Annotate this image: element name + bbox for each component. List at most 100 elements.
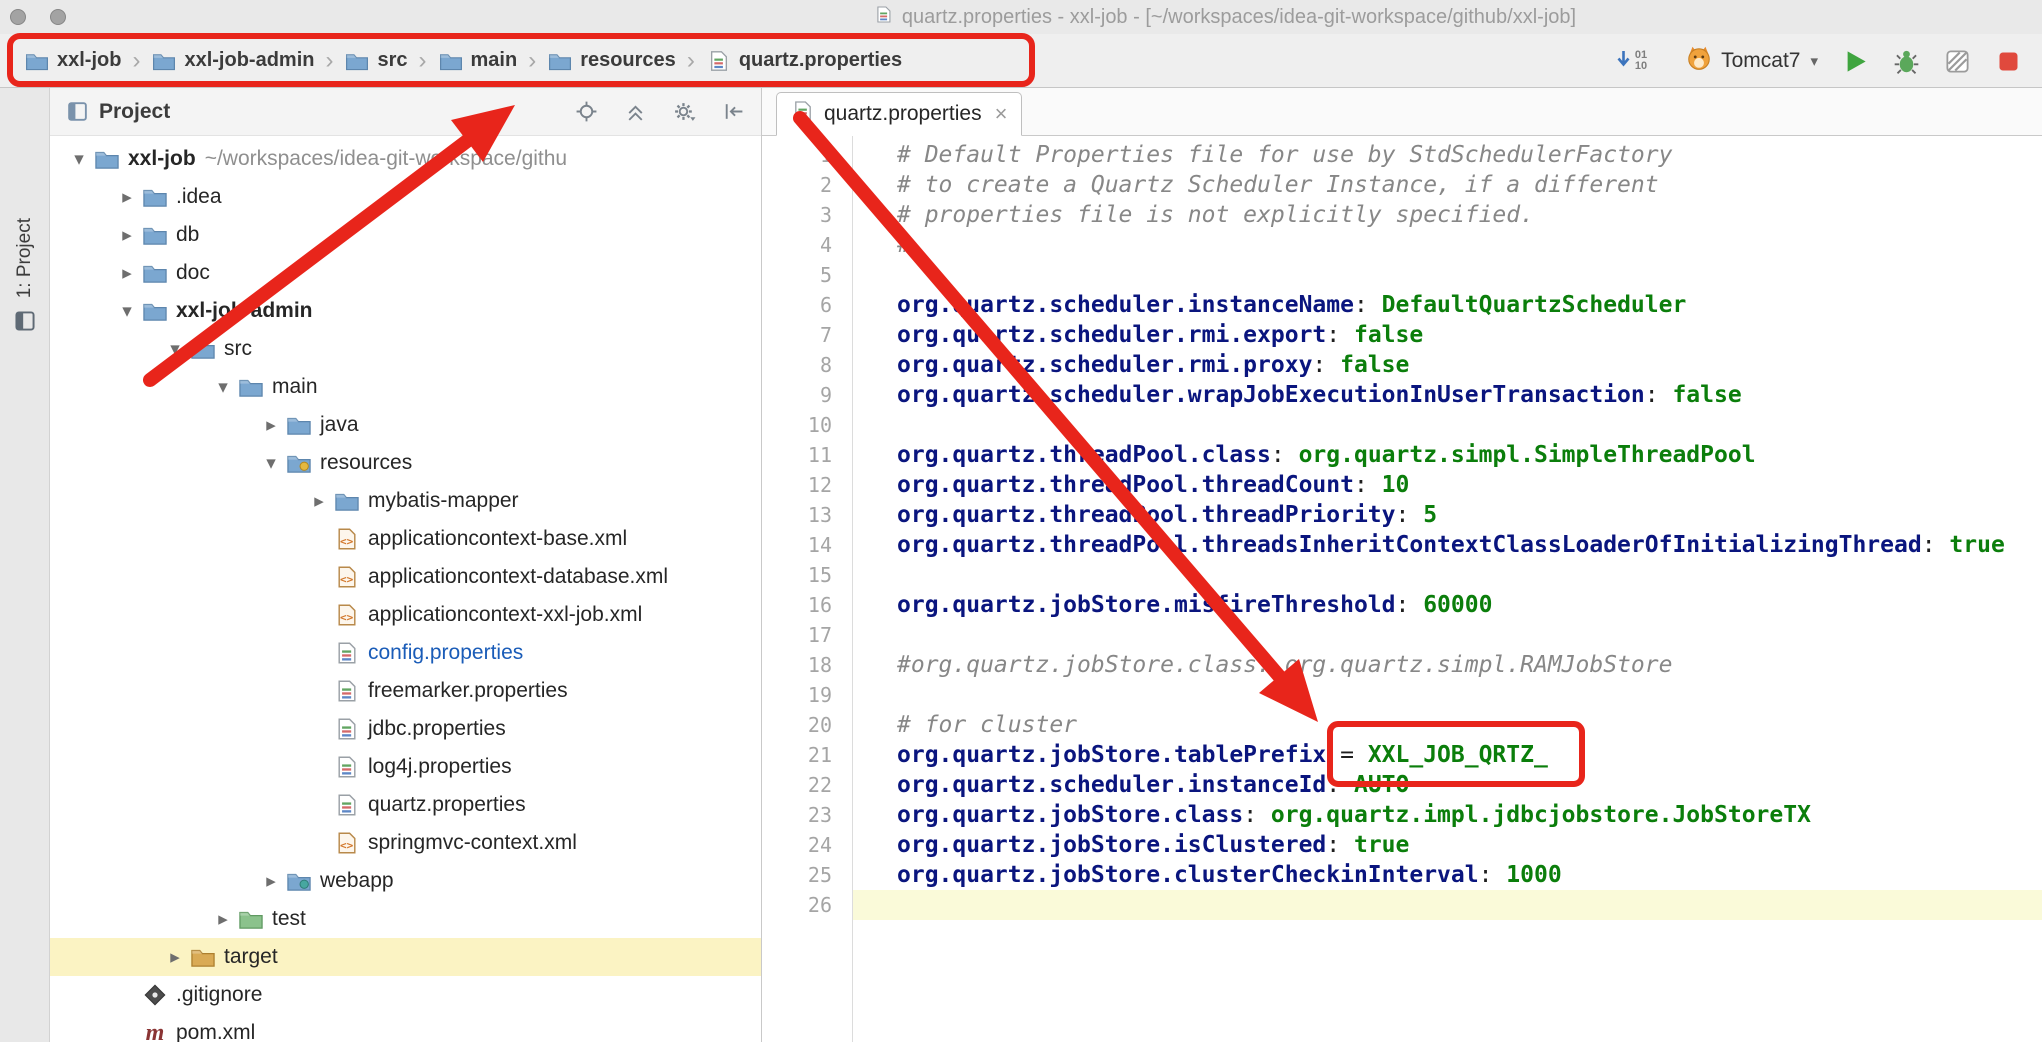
tree-item-log4j.properties[interactable]: log4j.properties <box>50 748 761 786</box>
line-number-6[interactable]: 6 <box>762 290 852 320</box>
line-number-4[interactable]: 4 <box>762 230 852 260</box>
locate-icon[interactable] <box>575 100 598 123</box>
stop-button[interactable] <box>1995 48 2022 75</box>
tab-close-icon[interactable]: × <box>995 103 1008 125</box>
expanded-arrow-icon[interactable]: ▾ <box>160 338 190 361</box>
settings-icon[interactable] <box>673 100 696 123</box>
line-number-26[interactable]: 26 <box>762 890 852 920</box>
line-number-10[interactable]: 10 <box>762 410 852 440</box>
tree-item-mybatis-mapper[interactable]: ▸mybatis-mapper <box>50 482 761 520</box>
chevron-down-icon: ▾ <box>1810 52 1818 70</box>
collapsed-arrow-icon[interactable]: ▸ <box>112 186 142 209</box>
line-number-18[interactable]: 18 <box>762 650 852 680</box>
line-number-24[interactable]: 24 <box>762 830 852 860</box>
code-line-19 <box>853 680 2042 710</box>
breadcrumb-src[interactable]: src <box>344 49 407 72</box>
tree-item-src[interactable]: ▾src <box>50 330 761 368</box>
tree-item-applicationcontext-database.xml[interactable]: <>applicationcontext-database.xml <box>50 558 761 596</box>
expanded-arrow-icon[interactable]: ▾ <box>208 376 238 399</box>
breadcrumb-separator-icon: › <box>325 47 333 75</box>
line-number-9[interactable]: 9 <box>762 380 852 410</box>
vcs-update-widget[interactable]: 01 10 <box>1615 49 1647 73</box>
code-line-3: # properties file is not explicitly spec… <box>853 200 2042 230</box>
window-close-button[interactable] <box>10 9 26 25</box>
line-number-12[interactable]: 12 <box>762 470 852 500</box>
project-tool-button[interactable]: 1: Project <box>0 218 50 337</box>
line-number-11[interactable]: 11 <box>762 440 852 470</box>
line-number-19[interactable]: 19 <box>762 680 852 710</box>
tree-item-xxl-job-admin[interactable]: ▾xxl-job-admin <box>50 292 761 330</box>
tree-item-.idea[interactable]: ▸.idea <box>50 178 761 216</box>
tree-item-freemarker.properties[interactable]: freemarker.properties <box>50 672 761 710</box>
breadcrumb-main[interactable]: main <box>438 49 518 72</box>
line-number-2[interactable]: 2 <box>762 170 852 200</box>
project-tree[interactable]: ▾xxl-job~/workspaces/idea-git-workspace/… <box>50 136 761 1042</box>
tree-item-db[interactable]: ▸db <box>50 216 761 254</box>
tree-item-target[interactable]: ▸target <box>50 938 761 976</box>
tree-item-xxl-job[interactable]: ▾xxl-job~/workspaces/idea-git-workspace/… <box>50 140 761 178</box>
collapsed-arrow-icon[interactable]: ▸ <box>160 946 190 969</box>
line-number-23[interactable]: 23 <box>762 800 852 830</box>
tree-item-applicationcontext-xxl-job.xml[interactable]: <>applicationcontext-xxl-job.xml <box>50 596 761 634</box>
line-number-25[interactable]: 25 <box>762 860 852 890</box>
code-line-12: org.quartz.threadPool.threadCount: 10 <box>853 470 2042 500</box>
breadcrumb-quartz.properties[interactable]: quartz.properties <box>706 49 902 72</box>
collapsed-arrow-icon[interactable]: ▸ <box>304 490 334 513</box>
tree-item-test[interactable]: ▸test <box>50 900 761 938</box>
breadcrumb-resources[interactable]: resources <box>547 49 676 72</box>
collapse-all-icon[interactable] <box>624 100 647 123</box>
tree-item-java[interactable]: ▸java <box>50 406 761 444</box>
breadcrumb-xxl-job[interactable]: xxl-job <box>24 49 121 72</box>
collapsed-arrow-icon[interactable]: ▸ <box>256 870 286 893</box>
line-number-22[interactable]: 22 <box>762 770 852 800</box>
line-number-14[interactable]: 14 <box>762 530 852 560</box>
expanded-arrow-icon[interactable]: ▾ <box>256 452 286 475</box>
tree-item-webapp[interactable]: ▸webapp <box>50 862 761 900</box>
line-number-7[interactable]: 7 <box>762 320 852 350</box>
code-token: = <box>1326 742 1368 768</box>
line-number-16[interactable]: 16 <box>762 590 852 620</box>
code-token: 5 <box>1423 502 1437 528</box>
expanded-arrow-icon[interactable]: ▾ <box>112 300 142 323</box>
line-number-13[interactable]: 13 <box>762 500 852 530</box>
collapsed-arrow-icon[interactable]: ▸ <box>112 224 142 247</box>
run-configuration-selector[interactable]: Tomcat7 ▾ <box>1685 44 1818 78</box>
tree-item-doc[interactable]: ▸doc <box>50 254 761 292</box>
line-number-3[interactable]: 3 <box>762 200 852 230</box>
tree-item-springmvc-context.xml[interactable]: <>springmvc-context.xml <box>50 824 761 862</box>
line-number-17[interactable]: 17 <box>762 620 852 650</box>
expanded-arrow-icon[interactable]: ▾ <box>64 148 94 171</box>
line-number-8[interactable]: 8 <box>762 350 852 380</box>
code-editor[interactable]: 1234567891011121314151617181920212223242… <box>762 136 2042 1042</box>
debug-button[interactable] <box>1893 48 1920 75</box>
tab-quartz-properties[interactable]: quartz.properties × <box>776 92 1022 136</box>
tree-item-.gitignore[interactable]: .gitignore <box>50 976 761 1014</box>
line-number-21[interactable]: 21 <box>762 740 852 770</box>
tree-item-jdbc.properties[interactable]: jdbc.properties <box>50 710 761 748</box>
collapsed-arrow-icon[interactable]: ▸ <box>112 262 142 285</box>
properties-file-icon <box>334 641 360 665</box>
tree-item-applicationcontext-base.xml[interactable]: <>applicationcontext-base.xml <box>50 520 761 558</box>
hide-icon[interactable] <box>722 100 745 123</box>
editor-gutter[interactable]: 1234567891011121314151617181920212223242… <box>762 136 853 1042</box>
run-toolbar: 01 10 Tomcat7 ▾ <box>1615 34 2022 88</box>
collapsed-arrow-icon[interactable]: ▸ <box>208 908 238 931</box>
tree-item-main[interactable]: ▾main <box>50 368 761 406</box>
tree-item-config.properties[interactable]: config.properties <box>50 634 761 672</box>
title-file-icon <box>874 5 894 30</box>
run-button[interactable] <box>1842 48 1869 75</box>
tree-item-resources[interactable]: ▾resources <box>50 444 761 482</box>
line-number-15[interactable]: 15 <box>762 560 852 590</box>
editor-code[interactable]: # Default Properties file for use by Std… <box>853 136 2042 1042</box>
tree-item-pom.xml[interactable]: mpom.xml <box>50 1014 761 1042</box>
breadcrumb-xxl-job-admin[interactable]: xxl-job-admin <box>151 49 314 72</box>
collapsed-arrow-icon[interactable]: ▸ <box>256 414 286 437</box>
line-number-1[interactable]: 1 <box>762 140 852 170</box>
coverage-button[interactable] <box>1944 48 1971 75</box>
tree-item-quartz.properties[interactable]: quartz.properties <box>50 786 761 824</box>
folder-icon <box>142 185 168 209</box>
xml-file-icon: <> <box>334 603 360 627</box>
line-number-20[interactable]: 20 <box>762 710 852 740</box>
window-minimize-button[interactable] <box>50 9 66 25</box>
line-number-5[interactable]: 5 <box>762 260 852 290</box>
